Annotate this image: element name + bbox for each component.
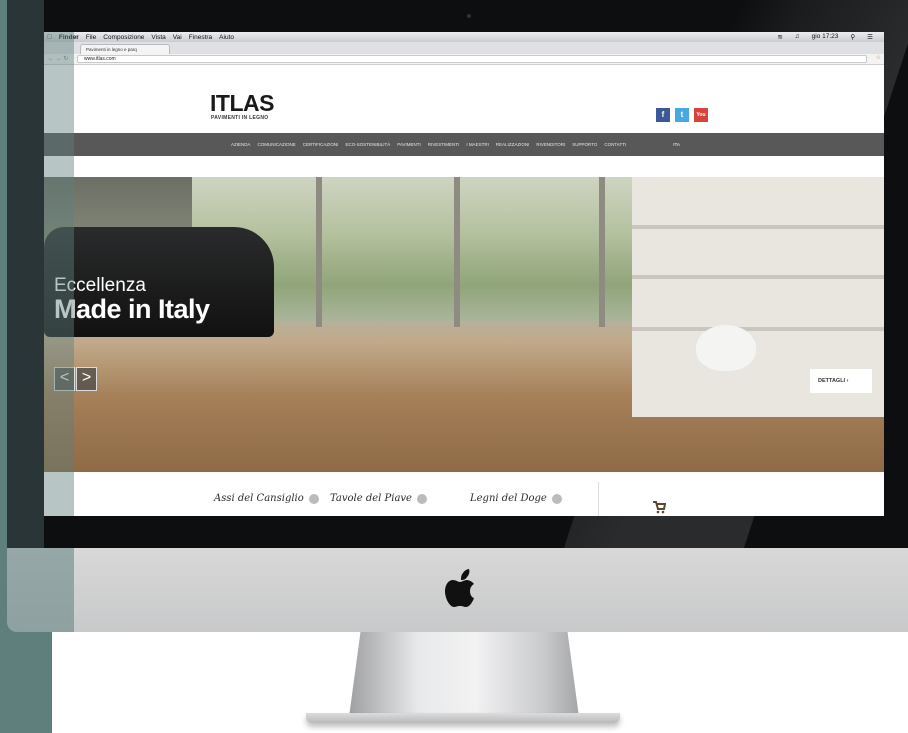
url-field[interactable]: www.itlas.com — [77, 55, 867, 63]
brand-label: Tavole del Piave — [330, 493, 412, 504]
language-selector[interactable]: ITA — [673, 142, 680, 147]
hero-lamp — [696, 325, 756, 371]
window-mullion — [599, 177, 605, 327]
facebook-icon[interactable]: f — [656, 108, 670, 122]
hero-title-line2: Made in Italy — [54, 294, 210, 324]
browser-tab[interactable]: Pavimenti in legno e parq — [80, 44, 170, 54]
shelf-board — [632, 327, 884, 331]
brands-strip — [44, 472, 884, 516]
menu-file[interactable]: File — [86, 34, 96, 41]
brand-tavole-del-piave[interactable]: Tavole del Piave — [330, 493, 427, 504]
browser-address-bar: ← → ↻ www.itlas.com ☆ — [44, 54, 884, 65]
wifi-icon[interactable]: ≋ — [777, 33, 782, 41]
nav-rivestimenti[interactable]: RIVESTIMENTI — [428, 142, 460, 147]
monitor-stand-base — [306, 713, 620, 723]
nav-eco-sostenibilita[interactable]: ECO-SOSTENIBILITÀ — [345, 142, 390, 147]
menu-vista[interactable]: Vista — [151, 34, 165, 41]
teal-overlay — [7, 0, 44, 548]
nav-i-maestri[interactable]: I MAESTRI — [466, 142, 489, 147]
menu-aiuto[interactable]: Aiuto — [219, 34, 234, 41]
brand-arrow-icon — [416, 493, 427, 504]
brand-arrow-icon — [308, 493, 319, 504]
tab-title: Pavimenti in legno e parq — [86, 47, 137, 52]
nav-contatti[interactable]: CONTATTI — [604, 142, 626, 147]
browser-tabbar: Pavimenti in legno e parq — [44, 42, 884, 54]
window-mullion — [316, 177, 322, 327]
nav-supporto[interactable]: SUPPORTO — [572, 142, 597, 147]
os-menubar:  Finder File Composizione Vista Vai Fin… — [44, 32, 884, 42]
shelf-board — [632, 225, 884, 229]
nav-azienda[interactable]: AZIENDA — [231, 142, 251, 147]
menu-composizione[interactable]: Composizione — [103, 34, 144, 41]
brand-arrow-icon — [551, 493, 562, 504]
nav-certificazioni[interactable]: CERTIFICAZIONI — [303, 142, 339, 147]
site-logo[interactable]: ITLAS — [210, 90, 274, 117]
details-label: DETTAGLI — [818, 378, 846, 384]
nav-comunicazione[interactable]: COMUNICAZIONE — [258, 142, 296, 147]
list-icon[interactable]: ☰ — [867, 33, 873, 41]
menubar-clock[interactable]: gio 17:23 — [812, 33, 839, 41]
camera-icon — [467, 14, 471, 18]
search-icon[interactable]: ⚲ — [850, 33, 855, 41]
brand-separator — [598, 482, 599, 516]
teal-overlay — [7, 548, 74, 632]
monitor-stand — [349, 632, 579, 717]
window-mullion — [454, 177, 460, 327]
slider-next-button[interactable]: > — [76, 367, 97, 391]
brand-label: Legni del Doge — [470, 493, 547, 504]
shelf-board — [632, 275, 884, 279]
menu-finestra[interactable]: Finestra — [189, 34, 212, 41]
teal-overlay — [44, 32, 74, 516]
apple-logo-icon — [445, 569, 474, 607]
menubar-status-area: ≋ ♫ gio 17:23 ⚲ ☰ — [777, 33, 880, 41]
cart-icon[interactable] — [652, 500, 666, 514]
twitter-icon[interactable]: t — [675, 108, 689, 122]
bookmark-star-icon[interactable]: ☆ — [876, 54, 881, 61]
site-nav: AZIENDA COMUNICAZIONE CERTIFICAZIONI ECO… — [44, 133, 884, 156]
nav-realizzazioni[interactable]: REALIZZAZIONI — [496, 142, 530, 147]
site-header — [44, 65, 884, 133]
nav-pavimenti[interactable]: PAVIMENTI — [397, 142, 421, 147]
monitor-screen:  Finder File Composizione Vista Vai Fin… — [44, 32, 884, 516]
nav-rivenditori[interactable]: RIVENDITORI — [536, 142, 565, 147]
site-logo-tagline: PAVIMENTI IN LEGNO — [211, 115, 269, 121]
menu-vai[interactable]: Vai — [173, 34, 182, 41]
volume-icon[interactable]: ♫ — [795, 33, 800, 41]
url-text: www.itlas.com — [84, 56, 116, 62]
hero-banner: Eccellenza Made in Italy < > DETTAGLI › — [44, 177, 884, 472]
youtube-icon[interactable]: You — [694, 108, 708, 122]
brand-assi-del-cansiglio[interactable]: Assi del Cansiglio — [214, 493, 319, 504]
brand-legni-del-doge[interactable]: Legni del Doge — [470, 493, 562, 504]
brand-label: Assi del Cansiglio — [214, 493, 304, 504]
details-button[interactable]: DETTAGLI › — [810, 369, 872, 393]
